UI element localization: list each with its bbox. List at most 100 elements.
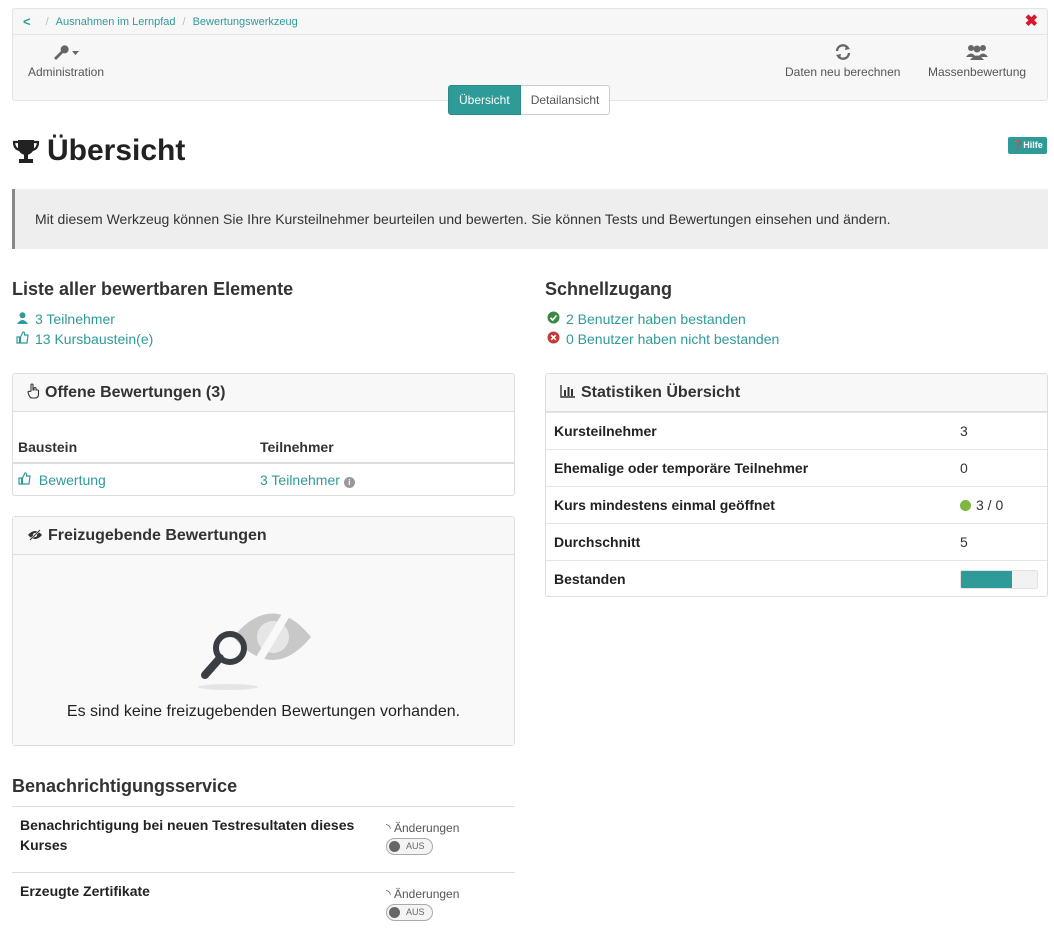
statistics-title: Statistiken Übersicht <box>581 383 741 401</box>
passed-progress-bar <box>960 569 1038 589</box>
stat-row-passed: Bestanden <box>546 560 1047 597</box>
toggle-label: AUS <box>406 841 425 851</box>
failed-users-label: 0 Benutzer haben nicht bestanden <box>566 331 780 347</box>
column-node: Baustein <box>18 439 78 455</box>
stat-label: Bestanden <box>554 571 626 587</box>
mass-assessment-button[interactable]: Massenbewertung <box>928 43 1026 79</box>
column-participants: Teilnehmer <box>260 439 334 455</box>
stat-value: 3 / 0 <box>976 497 1004 513</box>
user-icon <box>14 311 30 327</box>
stat-value: 0 <box>960 460 968 476</box>
statistics-panel: Statistiken Übersicht Kursteilnehmer 3 E… <box>545 373 1048 597</box>
toggle-knob <box>389 907 400 918</box>
divider <box>12 806 515 807</box>
breadcrumb: < / Ausnahmen im Lernpfad / Bewertungswe… <box>13 9 1047 35</box>
breadcrumb-item-assessment-tool[interactable]: Bewertungswerkzeug <box>193 16 298 28</box>
release-reviews-panel: Freizugebende Bewertungen Es sind keine … <box>12 516 515 746</box>
stat-value: 3 <box>960 423 968 439</box>
notifications-heading: Benachrichtigungsservice <box>12 776 238 796</box>
eye-slash-icon <box>27 528 43 544</box>
passed-progress-fill <box>961 570 1012 588</box>
stat-row-opened: Kurs mindestens einmal geöffnet 3 / 0 <box>546 486 1047 523</box>
stat-label: Kurs mindestens einmal geöffnet <box>554 497 775 513</box>
page-title-text: Übersicht <box>47 134 186 167</box>
bar-chart-icon <box>560 384 576 401</box>
wrench-icon <box>28 43 104 65</box>
info-text: Mit diesem Werkzeug können Sie Ihre Kurs… <box>35 211 891 227</box>
changes-label-wrap: ◝ Änderungen <box>386 821 459 835</box>
open-reviews-panel: Offene Bewertungen (3) Baustein Teilnehm… <box>12 373 515 496</box>
stat-row-former: Ehemalige oder temporäre Teilnehmer 0 <box>546 449 1047 486</box>
close-icon[interactable]: ✖ <box>1025 14 1038 30</box>
release-reviews-title: Freizugebende Bewertungen <box>48 526 267 544</box>
passed-users-link[interactable]: 2 Benutzer haben bestanden <box>545 311 746 327</box>
check-circle-icon <box>545 311 561 327</box>
hand-pointer-icon <box>27 383 40 402</box>
participants-link[interactable]: 3 Teilnehmer <box>14 311 115 327</box>
passed-users-label: 2 Benutzer haben bestanden <box>566 311 746 327</box>
open-reviews-table-header: Baustein Teilnehmer <box>13 412 514 464</box>
node-link[interactable]: Bewertung <box>39 472 106 488</box>
thumbs-up-icon <box>18 471 31 488</box>
stat-row-participants: Kursteilnehmer 3 <box>546 412 1047 449</box>
participants-cell[interactable]: 3 Teilnehmer i <box>260 472 509 488</box>
info-box: Mit diesem Werkzeug können Sie Ihre Kurs… <box>12 189 1048 249</box>
notification-control: ◝ Änderungen AUS <box>386 821 459 855</box>
administration-button[interactable]: Administration <box>28 43 104 79</box>
empty-message: Es sind keine freizugebenden Bewertungen… <box>66 703 461 720</box>
trophy-icon <box>12 140 40 163</box>
question-icon: ❓ <box>1012 140 1024 150</box>
back-icon[interactable]: < <box>23 14 31 29</box>
open-reviews-header: Offene Bewertungen (3) <box>13 374 514 412</box>
breadcrumb-separator: / <box>45 15 49 28</box>
changes-label: Änderungen <box>394 887 460 901</box>
thumbs-up-icon <box>14 331 30 347</box>
page-title: Übersicht <box>12 134 185 168</box>
participants-count-link[interactable]: 3 Teilnehmer <box>260 472 340 488</box>
recalculate-button[interactable]: Daten neu berechnen <box>785 43 900 79</box>
toggle-knob <box>389 841 400 852</box>
quick-access-heading: Schnellzugang <box>545 279 673 299</box>
notification-toggle[interactable]: AUS <box>386 904 433 921</box>
changes-label: Änderungen <box>394 821 460 835</box>
list-heading: Liste aller bewertbaren Elemente <box>12 279 294 299</box>
stat-value-wrapper <box>960 569 1038 589</box>
breadcrumb-item-exceptions[interactable]: Ausnahmen im Lernpfad <box>56 16 176 28</box>
open-reviews-title: Offene Bewertungen (3) <box>45 383 226 401</box>
stat-label: Kursteilnehmer <box>554 423 657 439</box>
breadcrumb-separator: / <box>182 15 186 28</box>
statistics-header: Statistiken Übersicht <box>546 374 1047 412</box>
stat-label: Durchschnitt <box>554 534 641 550</box>
notification-toggle[interactable]: AUS <box>386 838 433 855</box>
stat-value: 5 <box>960 534 968 550</box>
help-button[interactable]: ❓Hilfe <box>1008 137 1047 154</box>
table-row: Bewertung 3 Teilnehmer i <box>13 464 514 495</box>
course-nodes-link[interactable]: 13 Kursbaustein(e) <box>14 331 153 347</box>
toggle-label: AUS <box>406 907 425 917</box>
divider <box>12 872 515 873</box>
online-status-icon <box>960 499 971 511</box>
search-eye-illustration-icon <box>198 600 311 690</box>
notification-control: ◝ Änderungen AUS <box>386 887 459 921</box>
stat-row-average: Durchschnitt 5 <box>546 523 1047 560</box>
mass-assessment-label: Massenbewertung <box>928 65 1027 79</box>
recalculate-label: Daten neu berechnen <box>785 65 901 79</box>
failed-users-link[interactable]: 0 Benutzer haben nicht bestanden <box>545 331 779 347</box>
node-cell[interactable]: Bewertung <box>18 472 260 488</box>
notification-label: Benachrichtigung bei neuen Testresultate… <box>20 817 355 853</box>
tab-detail[interactable]: Detailansicht <box>520 85 611 115</box>
x-circle-icon <box>545 331 561 347</box>
course-nodes-link-label: 13 Kursbaustein(e) <box>35 331 154 347</box>
rss-icon: ◝ <box>386 821 391 835</box>
stat-value-wrapper: 3 / 0 <box>960 497 1003 513</box>
stat-label: Ehemalige oder temporäre Teilnehmer <box>554 460 809 476</box>
release-reviews-header: Freizugebende Bewertungen <box>13 517 514 555</box>
participants-link-label: 3 Teilnehmer <box>35 311 115 327</box>
users-icon <box>928 43 1026 65</box>
administration-label: Administration <box>28 65 105 79</box>
info-icon[interactable]: i <box>343 476 355 488</box>
changes-label-wrap: ◝ Änderungen <box>386 887 459 901</box>
view-switcher: Übersicht Detailansicht <box>448 85 611 115</box>
tab-overview[interactable]: Übersicht <box>448 85 521 115</box>
notification-label: Erzeugte Zertifikate <box>20 883 150 899</box>
